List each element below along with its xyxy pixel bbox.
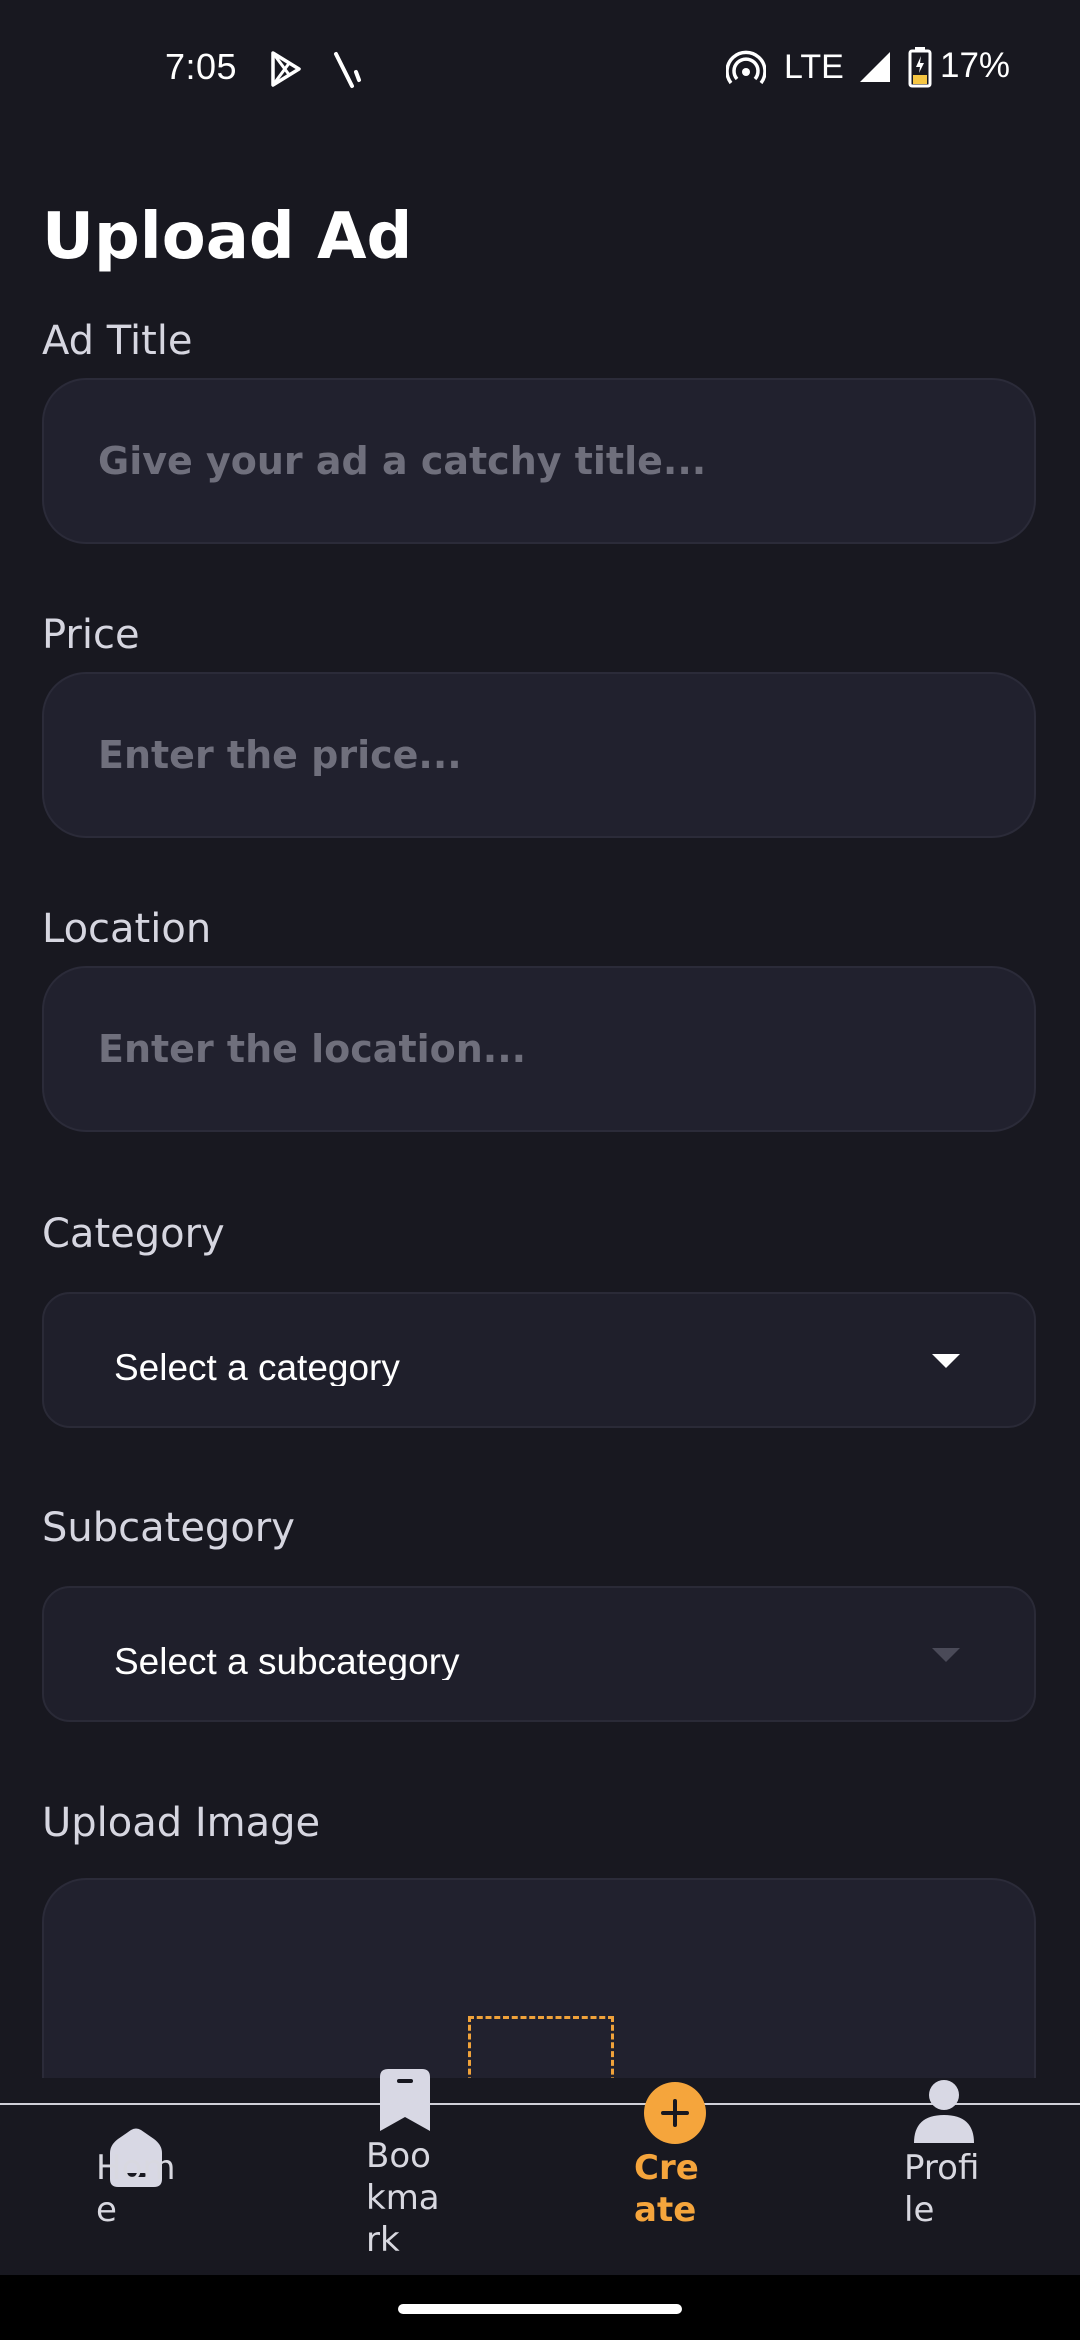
person-icon [914, 2080, 974, 2143]
nav-item-home[interactable]: Home [96, 2105, 236, 2277]
home-gesture-handle[interactable] [398, 2304, 682, 2314]
page-title: Upload Ad [42, 200, 413, 274]
network-type: LTE [784, 48, 844, 86]
bookmark-icon [380, 2069, 430, 2131]
nav-label-create: Create [634, 2148, 699, 2230]
price-label: Price [42, 612, 140, 658]
nav-label-home: Home [96, 2148, 176, 2230]
bottom-nav: Home Bookmark Create Profile [0, 2069, 1080, 2277]
category-selected-value: Select a category [114, 1347, 400, 1386]
plus-circle-icon [644, 2082, 706, 2144]
tools-icon [334, 52, 361, 88]
price-input[interactable] [42, 672, 1036, 838]
upload-dropzone[interactable] [468, 2016, 614, 2078]
subcategory-selected-value: Select a subcategory [114, 1641, 460, 1680]
signal-icon [860, 52, 890, 82]
upload-image-label: Upload Image [42, 1800, 321, 1846]
subcategory-select[interactable]: Select a subcategory [42, 1586, 1036, 1722]
nav-label-bookmark: Bookmark [366, 2136, 440, 2260]
status-bar: 7:05 LTE 17% [0, 0, 1080, 140]
chevron-down-icon [932, 1648, 960, 1662]
hotspot-icon [726, 50, 766, 85]
chevron-down-icon [932, 1354, 960, 1368]
category-label: Category [42, 1211, 225, 1257]
nav-item-bookmark[interactable]: Bookmark [366, 2069, 506, 2277]
nav-item-create[interactable]: Create [634, 2082, 774, 2277]
nav-item-profile[interactable]: Profile [904, 2080, 1044, 2277]
upload-image-area[interactable] [42, 1878, 1036, 2078]
nav-label-profile: Profile [904, 2148, 980, 2230]
upload-ad-screen: 7:05 LTE 17% Upload Ad Ad Title Pr [0, 0, 1080, 2340]
battery-percent: 17% [940, 46, 1011, 85]
system-nav-bar [0, 2275, 1080, 2340]
ad-title-input[interactable] [42, 378, 1036, 544]
location-input[interactable] [42, 966, 1036, 1132]
battery-icon [908, 47, 932, 88]
category-select[interactable]: Select a category [42, 1292, 1036, 1428]
location-label: Location [42, 906, 212, 952]
play-store-icon [271, 51, 301, 87]
subcategory-label: Subcategory [42, 1505, 295, 1551]
status-time: 7:05 [165, 46, 238, 87]
ad-title-label: Ad Title [42, 318, 193, 364]
